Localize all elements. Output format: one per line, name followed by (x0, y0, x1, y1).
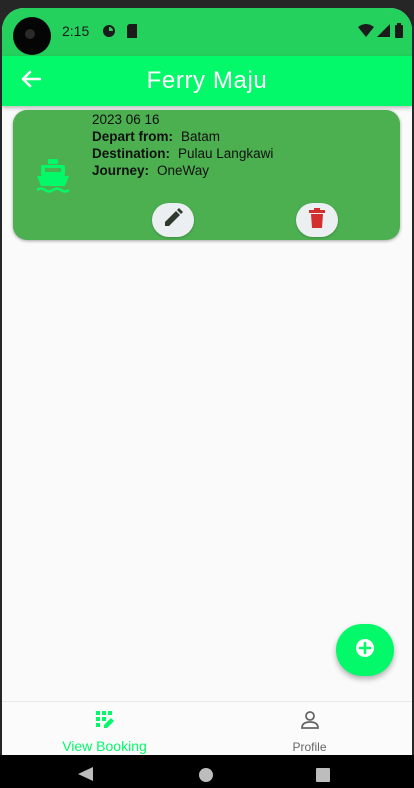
status-bar: 2:15 (2, 8, 412, 56)
status-time: 2:15 (62, 23, 90, 39)
nav-item-view-booking[interactable]: View Booking (2, 702, 207, 755)
destination-value: Pulau Langkawi (178, 146, 274, 161)
booking-card[interactable]: 2023 06 16 Depart from: Batam Destination… (13, 110, 400, 240)
app-bar: Ferry Maju (2, 56, 412, 106)
page-title: Ferry Maju (146, 67, 268, 94)
trash-icon (309, 207, 325, 233)
booking-info: 2023 06 16 Depart from: Batam Destination… (92, 111, 273, 179)
bottom-navigation: View Booking Profile (2, 701, 412, 755)
sync-icon (102, 24, 116, 43)
journey-row: Journey: OneWay (92, 162, 273, 179)
add-booking-button[interactable] (336, 624, 394, 676)
camera-hole (13, 17, 51, 55)
depart-row: Depart from: Batam (92, 128, 273, 145)
system-back-icon[interactable] (78, 767, 94, 786)
signal-icon (377, 24, 390, 42)
depart-label: Depart from: (92, 129, 174, 144)
nav-label-profile: Profile (292, 740, 327, 754)
add-circle-icon (355, 638, 375, 663)
depart-value: Batam (181, 129, 221, 144)
booking-date: 2023 06 16 (92, 112, 160, 127)
journey-value: OneWay (157, 163, 210, 178)
booking-edit-icon (95, 711, 114, 734)
journey-label: Journey: (92, 163, 150, 178)
phone-frame: 2:15 Ferry Maju 2023 06 16 Depart from: … (0, 0, 414, 788)
battery-icon (395, 23, 403, 43)
system-navigation-bar (0, 755, 414, 788)
sim-card-icon (126, 24, 138, 43)
nav-item-profile[interactable]: Profile (207, 702, 412, 755)
system-recents-icon[interactable] (316, 768, 330, 787)
pencil-icon (163, 207, 183, 233)
nav-label-view-booking: View Booking (62, 738, 147, 754)
destination-row: Destination: Pulau Langkawi (92, 145, 273, 162)
app-screen: 2:15 Ferry Maju 2023 06 16 Depart from: … (2, 8, 412, 755)
edit-button[interactable] (152, 203, 194, 237)
delete-button[interactable] (296, 203, 338, 237)
person-icon (300, 711, 320, 734)
wifi-icon (358, 24, 374, 42)
ferry-icon (35, 158, 71, 199)
system-home-icon[interactable] (199, 768, 213, 787)
destination-label: Destination: (92, 146, 171, 161)
